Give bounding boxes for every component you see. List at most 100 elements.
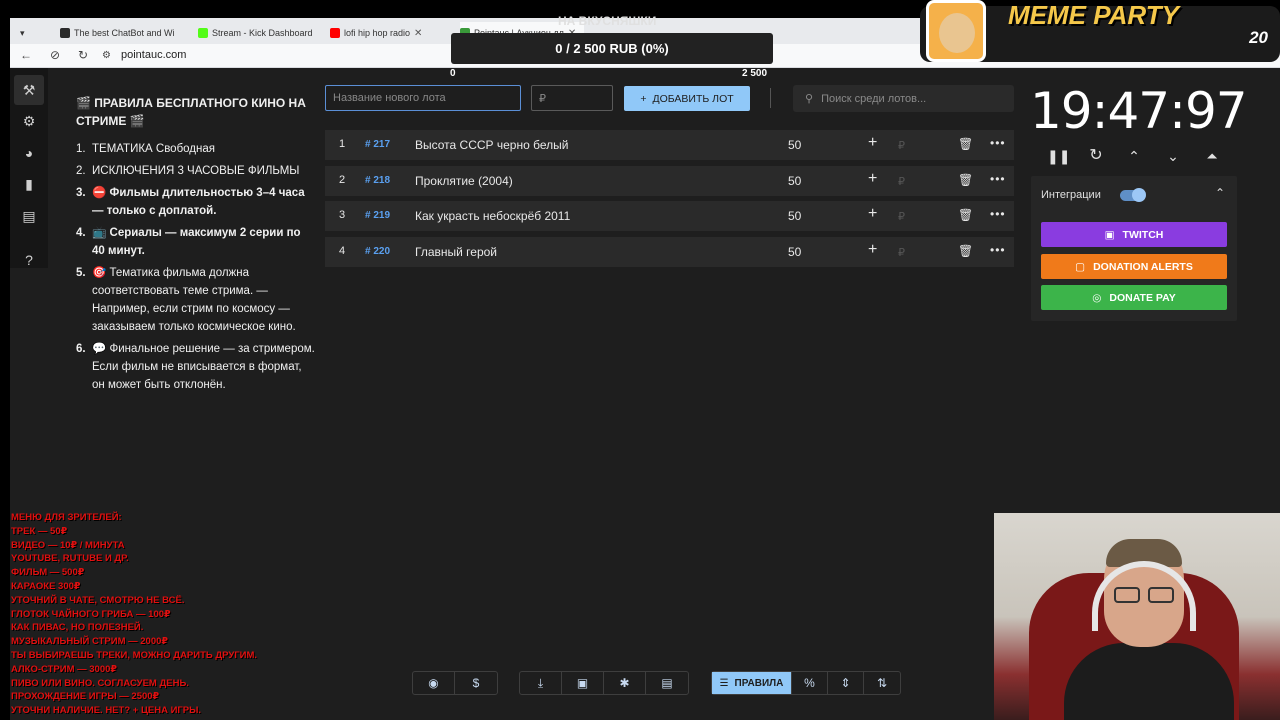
currency-label[interactable]: ₽: [898, 175, 905, 188]
history-icon[interactable]: ▤: [19, 206, 39, 226]
webcam-feed: [994, 513, 1280, 720]
lot-row[interactable]: 1 # 217 Высота СССР черно белый 50 + ₽ 🗑…: [325, 130, 1014, 160]
percent-icon[interactable]: %: [792, 672, 828, 694]
sort-icon[interactable]: ⇅: [864, 672, 900, 694]
donate-pay-icon: ◎: [1092, 291, 1102, 304]
lot-row[interactable]: 4 # 220 Главный герой 50 + ₽ 🗑 •••: [325, 237, 1014, 267]
lot-name[interactable]: Как украсть небоскрёб 2011: [415, 209, 570, 223]
more-icon[interactable]: •••: [990, 243, 1006, 257]
webcam-body: [1064, 643, 1234, 720]
add-amount-icon[interactable]: +: [868, 205, 877, 223]
lot-amount[interactable]: 50: [788, 174, 801, 188]
rules-item-text: ⛔ Фильмы длительностью 3–4 часа — только…: [92, 187, 305, 217]
rules-item-number: 6.: [76, 343, 86, 355]
dollar-icon[interactable]: $: [455, 672, 497, 694]
donate-pay-button[interactable]: ◎ DONATE PAY: [1041, 285, 1227, 310]
viewer-menu-line: КАРАОКЕ 300₽: [11, 580, 81, 592]
rules-item: 1. ТЕМАТИКА Свободная: [76, 140, 316, 158]
rules-item-text: 💬 Финальное решение — за стримером. Если…: [92, 343, 315, 391]
rules-item-text: ИСКЛЮЧЕНИЯ 3 ЧАСОВЫЕ ФИЛЬМЫ: [92, 165, 300, 177]
add-lot-button[interactable]: + ДОБАВИТЬ ЛОТ: [624, 86, 750, 111]
clear-icon[interactable]: ▤: [646, 672, 688, 694]
rules-item-text: ТЕМАТИКА Свободная: [92, 143, 215, 155]
twitch-label: TWITCH: [1122, 228, 1164, 241]
github-icon[interactable]: ◉: [413, 672, 455, 694]
kick-favicon-icon: [198, 28, 208, 38]
add-amount-icon[interactable]: +: [868, 170, 877, 188]
lot-amount-input[interactable]: ₽: [531, 85, 613, 111]
back-icon[interactable]: ←: [20, 48, 32, 62]
glasses-icon: [1148, 587, 1174, 603]
currency-label[interactable]: ₽: [898, 139, 905, 152]
lot-name[interactable]: Главный герой: [415, 245, 497, 259]
list-icon: ☰: [719, 677, 729, 689]
pause-icon[interactable]: ❚❚: [1047, 146, 1070, 166]
currency-label[interactable]: ₽: [898, 210, 905, 223]
more-icon[interactable]: •••: [990, 207, 1006, 221]
save-icon[interactable]: ▣: [562, 672, 604, 694]
rules-item-number: 3.: [76, 187, 86, 199]
rules-item: 3. ⛔ Фильмы длительностью 3–4 часа — толь…: [76, 184, 316, 220]
integrations-toggle[interactable]: [1120, 188, 1146, 202]
toolbar-group-view: ☰ ПРАВИЛА % ⇕ ⇅: [711, 671, 901, 695]
stats-icon[interactable]: ▮: [19, 174, 39, 194]
close-icon[interactable]: ✕: [414, 28, 422, 39]
download-icon[interactable]: ⤓: [520, 672, 562, 694]
chatbot-favicon-icon: [60, 28, 70, 38]
wheel-icon[interactable]: ◕: [19, 143, 39, 163]
viewer-menu-line: КАК ПИВАС, НО ПОЛЕЗНЕЙ.: [11, 622, 144, 634]
gavel-icon[interactable]: ⚒: [14, 75, 44, 105]
lot-row[interactable]: 2 # 218 Проклятие (2004) 50 + ₽ 🗑 •••: [325, 166, 1014, 196]
trash-icon[interactable]: 🗑: [958, 137, 973, 151]
divider: [770, 88, 771, 108]
tab-label: The best ChatBot and Wi: [74, 28, 175, 38]
lot-name[interactable]: Высота СССР черно белый: [415, 138, 568, 152]
double-up-icon[interactable]: ⏶: [1202, 146, 1222, 166]
rules-button[interactable]: ☰ ПРАВИЛА: [712, 672, 792, 694]
help-icon[interactable]: ?: [19, 250, 39, 270]
rules-panel: 🎬 ПРАВИЛА БЕСПЛАТНОГО КИНО НА СТРИМЕ 🎬 1…: [76, 94, 316, 398]
site-info-icon[interactable]: ⚙: [102, 50, 111, 61]
lot-amount[interactable]: 50: [788, 245, 801, 259]
more-icon[interactable]: •••: [990, 172, 1006, 186]
compress-icon[interactable]: ⇕: [828, 672, 864, 694]
browser-tab-kick[interactable]: Stream - Kick Dashboard: [198, 22, 326, 44]
reset-icon[interactable]: ↻: [1086, 146, 1106, 166]
lot-amount[interactable]: 50: [788, 138, 801, 152]
rules-button-label: ПРАВИЛА: [734, 677, 784, 689]
tab-menu-icon[interactable]: ▾: [20, 22, 40, 44]
forward-icon[interactable]: ⊘: [50, 48, 60, 62]
chevron-down-icon[interactable]: ⌄: [1163, 146, 1183, 166]
chevron-up-icon[interactable]: ⌃: [1215, 186, 1225, 200]
donation-alerts-button[interactable]: ▢ DONATION ALERTS: [1041, 254, 1227, 279]
trash-icon[interactable]: 🗑: [958, 173, 973, 187]
meme-title: MEME PARTY: [1008, 0, 1179, 30]
lot-name-input[interactable]: Название нового лота: [325, 85, 521, 111]
add-amount-icon[interactable]: +: [868, 241, 877, 259]
currency-label[interactable]: ₽: [898, 246, 905, 259]
rules-item-number: 2.: [76, 165, 86, 177]
add-amount-icon[interactable]: +: [868, 134, 877, 152]
lot-id: # 220: [365, 246, 391, 257]
lot-number: 1: [339, 138, 346, 150]
trash-icon[interactable]: 🗑: [958, 244, 973, 258]
search-placeholder: Поиск среди лотов...: [821, 92, 927, 105]
browser-tab-lofi[interactable]: lofi hip hop radio ✕: [330, 22, 458, 44]
rules-item: 5. 🎯 Тематика фильма должна соответствова…: [76, 264, 316, 336]
rules-item: 2. ИСКЛЮЧЕНИЯ 3 ЧАСОВЫЕ ФИЛЬМЫ: [76, 162, 316, 180]
lot-search-input[interactable]: ⚲ Поиск среди лотов...: [793, 85, 1014, 112]
lot-number: 4: [339, 245, 346, 257]
viewer-menu-line: ФИЛЬМ — 500₽: [11, 567, 85, 579]
lot-row[interactable]: 3 # 219 Как украсть небоскрёб 2011 50 + …: [325, 201, 1014, 231]
bug-icon[interactable]: ✱: [604, 672, 646, 694]
lot-name[interactable]: Проклятие (2004): [415, 174, 513, 188]
twitch-button[interactable]: ▣ TWITCH: [1041, 222, 1227, 247]
browser-tab-chatbot[interactable]: The best ChatBot and Wi: [60, 22, 190, 44]
trash-icon[interactable]: 🗑: [958, 208, 973, 222]
reload-icon[interactable]: ↻: [78, 48, 88, 62]
more-icon[interactable]: •••: [990, 136, 1006, 150]
chevron-up-icon[interactable]: ⌃: [1124, 146, 1144, 166]
url-field[interactable]: pointauc.com: [121, 49, 186, 61]
gear-icon[interactable]: ⚙: [19, 111, 39, 131]
lot-amount[interactable]: 50: [788, 209, 801, 223]
